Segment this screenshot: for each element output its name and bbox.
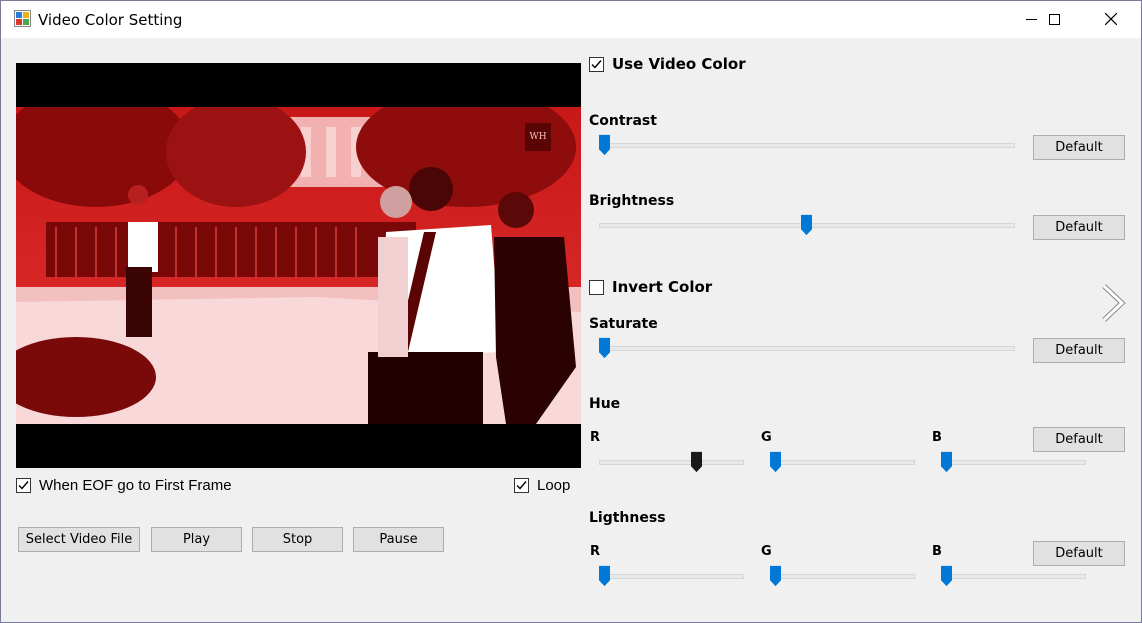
title-bar: Video Color Setting (1, 1, 1141, 38)
slider-thumb[interactable] (770, 451, 781, 473)
svg-text:WH: WH (529, 132, 546, 142)
hue-label: Hue (589, 396, 621, 412)
lightness-b-slider[interactable] (941, 565, 1086, 589)
slider-thumb[interactable] (941, 451, 952, 473)
check-icon (516, 481, 527, 490)
hue-b-slider[interactable] (941, 451, 1086, 475)
brightness-default-button[interactable]: Default (1033, 215, 1125, 240)
app-icon (14, 10, 31, 27)
maximize-icon (1048, 13, 1060, 25)
hue-g-slider[interactable] (770, 451, 915, 475)
eof-first-frame-checkbox[interactable]: When EOF go to First Frame (16, 477, 232, 494)
slider-track (599, 460, 744, 465)
loop-label: Loop (537, 477, 571, 494)
use-video-color-box[interactable] (589, 56, 604, 72)
slider-thumb[interactable] (599, 337, 610, 359)
saturate-label: Saturate (589, 316, 658, 332)
contrast-default-button[interactable]: Default (1033, 135, 1125, 160)
use-video-color-label: Use Video Color (612, 55, 746, 73)
check-icon (591, 59, 602, 69)
lightness-r-slider[interactable] (599, 565, 744, 589)
saturate-default-button[interactable]: Default (1033, 338, 1125, 363)
brightness-slider[interactable] (599, 214, 1015, 238)
eof-checkbox-box[interactable] (16, 478, 31, 493)
hue-g-label: G (761, 430, 772, 445)
saturate-slider[interactable] (599, 337, 1015, 361)
pause-button[interactable]: Pause (353, 527, 444, 552)
hue-r-label: R (590, 430, 601, 445)
play-button[interactable]: Play (151, 527, 242, 552)
slider-track (941, 460, 1086, 465)
lightness-r-label: R (590, 544, 601, 559)
lightness-g-label: G (761, 544, 772, 559)
select-video-file-button[interactable]: Select Video File (18, 527, 140, 552)
lightness-label: Ligthness (589, 510, 666, 526)
slider-track (941, 574, 1086, 579)
slider-track (599, 346, 1015, 351)
lightness-g-slider[interactable] (770, 565, 915, 589)
slider-thumb[interactable] (941, 565, 952, 587)
contrast-slider[interactable] (599, 134, 1015, 158)
brightness-label: Brightness (589, 193, 675, 209)
slider-thumb[interactable] (770, 565, 781, 587)
check-icon (18, 481, 29, 490)
video-preview: WH (16, 63, 581, 468)
eof-label: When EOF go to First Frame (39, 477, 232, 494)
window-title: Video Color Setting (38, 11, 183, 29)
slider-track (599, 574, 744, 579)
lightness-b-label: B (932, 544, 942, 559)
hue-default-button[interactable]: Default (1033, 427, 1125, 452)
slider-thumb[interactable] (599, 134, 610, 156)
hue-b-label: B (932, 430, 942, 445)
stop-button[interactable]: Stop (252, 527, 343, 552)
close-button[interactable] (1088, 1, 1134, 37)
loop-checkbox[interactable]: Loop (514, 477, 570, 494)
video-frame: WH (16, 107, 581, 424)
slider-track (599, 143, 1015, 148)
lightness-default-button[interactable]: Default (1033, 541, 1125, 566)
invert-color-label: Invert Color (612, 278, 713, 296)
chevron-right-icon[interactable] (1098, 284, 1128, 322)
maximize-button[interactable] (1031, 1, 1077, 37)
video-color-setting-window: Video Color Setting WH When EOF go to Fi… (0, 0, 1142, 623)
slider-thumb[interactable] (691, 451, 702, 473)
slider-track (770, 460, 915, 465)
slider-track (770, 574, 915, 579)
hue-r-slider[interactable] (599, 451, 744, 475)
slider-thumb[interactable] (599, 565, 610, 587)
use-video-color-checkbox[interactable]: Use Video Color (589, 55, 746, 73)
close-icon (1105, 13, 1117, 25)
contrast-label: Contrast (589, 113, 657, 129)
slider-thumb[interactable] (801, 214, 812, 236)
invert-color-box[interactable] (589, 279, 604, 295)
invert-color-checkbox[interactable]: Invert Color (589, 278, 712, 296)
loop-checkbox-box[interactable] (514, 478, 529, 493)
